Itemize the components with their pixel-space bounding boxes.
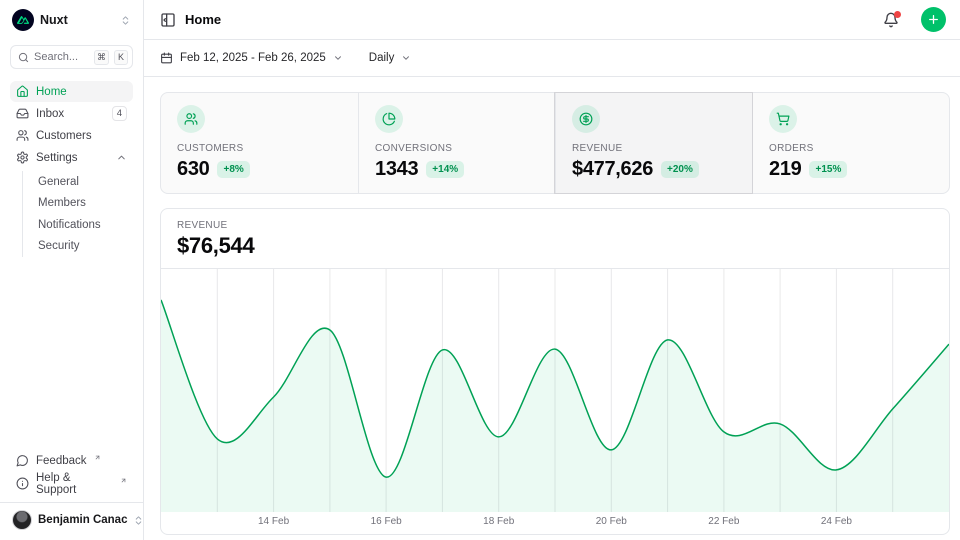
revenue-chart-card: REVENUE $76,544 14 Feb 16 Feb 18 Feb 20 Feb… [160,208,950,535]
chevrons-up-down-icon [133,515,144,526]
arrow-up-right-icon [120,477,127,484]
sidebar-item-feedback[interactable]: Feedback [10,450,133,471]
gear-icon [16,151,29,164]
x-axis-label: 20 Feb [596,516,627,527]
x-axis-label: 24 Feb [821,516,852,527]
stat-delta-badge: +14% [426,161,464,178]
sidebar-item-label: Settings [36,152,78,164]
stat-label: CUSTOMERS [177,143,342,154]
stat-value: $477,626 [572,157,653,181]
stat-label: ORDERS [769,143,933,154]
user-name: Benjamin Canac [38,514,127,526]
search-input[interactable]: Search... ⌘ K [10,45,133,69]
user-menu[interactable]: Benjamin Canac [10,510,133,534]
x-axis-label: 14 Feb [258,516,289,527]
chart-metric-label: REVENUE [177,220,933,231]
sidebar-spacer [10,257,133,450]
search-placeholder: Search... [34,51,89,63]
house-icon [16,85,29,98]
stat-delta-badge: +8% [217,161,249,178]
info-icon [16,477,29,490]
chevron-down-icon [401,53,411,63]
users-icon [177,105,205,133]
calendar-icon [160,52,173,65]
message-circle-icon [16,454,29,467]
x-axis-label: 18 Feb [483,516,514,527]
sidebar-item-label: Help & Support [36,472,113,496]
search-icon [18,52,29,63]
workspace-name: Nuxt [40,13,114,27]
nuxt-logo-icon [12,9,34,31]
kbd-cmd: ⌘ [94,50,109,65]
x-axis-label: 16 Feb [371,516,402,527]
date-range-label: Feb 12, 2025 - Feb 26, 2025 [180,52,326,64]
stat-card-conversions[interactable]: CONVERSIONS 1343 +14% [358,93,555,193]
arrow-up-right-icon [94,454,101,461]
period-select[interactable]: Daily [369,52,412,64]
stat-value: 1343 [375,157,418,181]
stat-value: 219 [769,157,801,181]
kbd-k: K [114,50,128,65]
stats-row: CUSTOMERS 630 +8% CONVERSIONS 1343 +14% [160,92,950,194]
page-header: Home [144,0,960,40]
sidebar: Nuxt Search... ⌘ K Home [0,0,144,540]
period-label: Daily [369,52,395,64]
add-button[interactable] [921,7,946,32]
main-area: Home Feb 12, 2025 - Feb 26, 2025 [144,0,960,540]
sidebar-item-general[interactable]: General [38,171,133,193]
sidebar-item-customers[interactable]: Customers [10,125,133,146]
chevron-down-icon [333,53,343,63]
sidebar-item-notifications[interactable]: Notifications [38,214,133,236]
app-window: Nuxt Search... ⌘ K Home [0,0,960,540]
circle-dollar-icon [572,105,600,133]
sidebar-item-help-support[interactable]: Help & Support [10,473,133,494]
date-range-picker[interactable]: Feb 12, 2025 - Feb 26, 2025 [160,52,343,65]
page-content: CUSTOMERS 630 +8% CONVERSIONS 1343 +14% [144,77,960,535]
inbox-count-badge: 4 [112,106,127,121]
sidebar-item-label: Customers [36,130,92,142]
stat-delta-badge: +15% [809,161,847,178]
x-axis-label: 22 Feb [708,516,739,527]
shopping-cart-icon [769,105,797,133]
chevron-up-icon [116,152,127,163]
sidebar-item-security[interactable]: Security [38,236,133,258]
settings-submenu: General Members Notifications Security [22,171,133,257]
sidebar-item-label: Home [36,86,67,98]
pie-chart-icon [375,105,403,133]
filters-toolbar: Feb 12, 2025 - Feb 26, 2025 Daily [144,40,960,77]
avatar [12,510,32,530]
sidebar-item-members[interactable]: Members [38,193,133,215]
stat-label: REVENUE [572,143,736,154]
sidebar-item-inbox[interactable]: Inbox 4 [10,103,133,124]
sidebar-nav: Home Inbox 4 Customers Settings [10,81,133,257]
inbox-icon [16,107,29,120]
sidebar-footer: Feedback Help & Support [10,450,133,497]
sidebar-divider [0,502,143,503]
sidebar-item-settings[interactable]: Settings [10,147,133,168]
stat-card-revenue[interactable]: REVENUE $477,626 +20% [555,93,752,193]
panel-left-close-icon[interactable] [160,12,176,28]
stat-card-orders[interactable]: ORDERS 219 +15% [752,93,949,193]
sidebar-item-label: Inbox [36,108,64,120]
stat-card-customers[interactable]: CUSTOMERS 630 +8% [161,93,358,193]
sidebar-item-home[interactable]: Home [10,81,133,102]
stat-delta-badge: +20% [661,161,699,178]
plus-icon [927,13,940,26]
stat-value: 630 [177,157,209,181]
chart-svg [161,269,949,512]
notification-dot [894,11,901,18]
chart-x-axis: 14 Feb 16 Feb 18 Feb 20 Feb 22 Feb 24 Feb [161,512,949,534]
workspace-switcher[interactable]: Nuxt [10,9,133,31]
chevrons-up-down-icon [120,15,131,26]
revenue-area-chart[interactable] [161,269,949,512]
stat-label: CONVERSIONS [375,143,539,154]
page-title: Home [185,12,874,27]
chart-metric-value: $76,544 [177,233,933,258]
sidebar-item-label: Feedback [36,455,87,467]
notifications-button[interactable] [883,12,899,28]
users-icon [16,129,29,142]
chart-header: REVENUE $76,544 [161,209,949,269]
